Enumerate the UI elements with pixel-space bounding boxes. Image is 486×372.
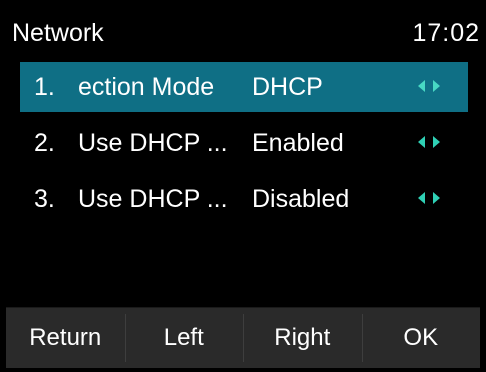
- list-item-number: 2.: [34, 129, 55, 157]
- right-arrow-icon: [433, 136, 440, 148]
- left-right-arrow-icon: [418, 190, 440, 206]
- list-item-value: DHCP: [252, 73, 323, 101]
- page-title: Network: [12, 19, 104, 47]
- settings-list: 1. ection Mode DHCP 2. Use DHCP ... Enab…: [20, 62, 468, 230]
- list-item-use-dhcp-2[interactable]: 3. Use DHCP ... Disabled: [20, 174, 468, 224]
- clock-time: 17:02: [412, 19, 480, 47]
- list-item-label: ection Mode: [78, 73, 215, 101]
- list-item-value: Enabled: [252, 129, 344, 157]
- right-arrow-icon: [433, 192, 440, 204]
- list-item-value: Disabled: [252, 185, 350, 213]
- left-arrow-icon: [418, 192, 425, 204]
- left-right-arrow-icon: [418, 78, 440, 94]
- ok-softkey[interactable]: OK: [361, 308, 481, 368]
- list-item-number: 1.: [34, 73, 55, 101]
- list-item-use-dhcp-1[interactable]: 2. Use DHCP ... Enabled: [20, 118, 468, 168]
- left-softkey[interactable]: Left: [124, 308, 244, 368]
- list-item-number: 3.: [34, 185, 55, 213]
- return-softkey[interactable]: Return: [6, 308, 125, 368]
- left-arrow-icon: [418, 136, 425, 148]
- list-item-label: Use DHCP ...: [78, 185, 228, 213]
- screen-header: Network 17:02: [0, 0, 486, 48]
- right-softkey[interactable]: Right: [243, 308, 362, 368]
- left-arrow-icon: [418, 80, 425, 92]
- list-item-connection-mode[interactable]: 1. ection Mode DHCP: [20, 62, 468, 112]
- softkey-bar: Return Left Right OK: [6, 307, 480, 368]
- phone-screen: Network 17:02 1. ection Mode DHCP 2. Use…: [0, 0, 486, 372]
- list-item-label: Use DHCP ...: [78, 129, 228, 157]
- right-arrow-icon: [433, 80, 440, 92]
- left-right-arrow-icon: [418, 134, 440, 150]
